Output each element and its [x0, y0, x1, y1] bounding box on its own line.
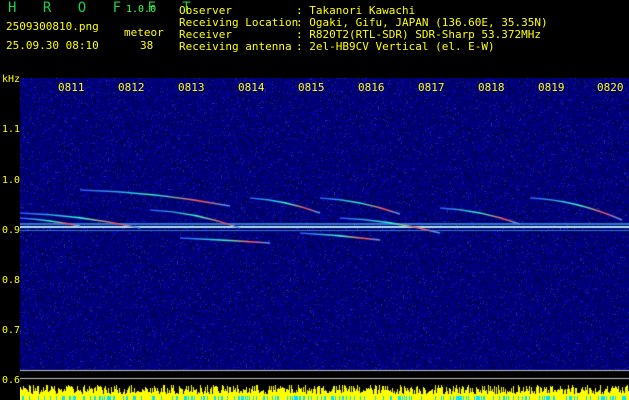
y-tick-0.7: 0.7 — [2, 325, 21, 336]
x-tick-0812: 0812 — [118, 81, 145, 94]
y-tick-0.9: 0.9 — [2, 225, 21, 236]
app-title: H R O F F T — [8, 0, 200, 16]
x-tick-0817: 0817 — [418, 81, 445, 94]
receiver-key: Receiver — [179, 28, 232, 41]
observer-value: : Takanori Kawachi — [296, 4, 416, 17]
y-axis-unit: kHz — [2, 74, 21, 85]
x-tick-0820: 0820 — [597, 81, 624, 94]
x-tick-0819: 0819 — [538, 81, 565, 94]
y-tick-1.1: 1.1 — [2, 124, 21, 135]
x-tick-0811: 0811 — [58, 81, 85, 94]
x-tick-0813: 0813 — [178, 81, 205, 94]
location-key: Receiving Location — [179, 16, 299, 29]
receiver-value: : R820T2(RTL-SDR) SDR-Sharp 53.372MHz — [296, 28, 542, 41]
x-tick-0815: 0815 — [298, 81, 325, 94]
capture-datetime: 25.09.30 08:10 — [6, 39, 99, 52]
y-tick-0.6: 0.6 — [2, 375, 21, 386]
y-tick-0.8: 0.8 — [2, 275, 21, 286]
y-tick-1.0: 1.0 — [2, 175, 21, 186]
meteor-count: 38 — [140, 39, 154, 52]
location-value: : Ogaki, Gifu, JAPAN (136.60E, 35.35N) — [296, 16, 548, 29]
spectrogram[interactable] — [20, 78, 629, 400]
x-tick-0818: 0818 — [478, 81, 505, 94]
x-tick-0816: 0816 — [358, 81, 385, 94]
app-version: 1.0.0 — [126, 4, 157, 15]
x-tick-0814: 0814 — [238, 81, 265, 94]
meteor-label: meteor — [124, 26, 164, 39]
antenna-value: : 2el-HB9CV Vertical (el. E-W) — [296, 40, 495, 53]
observer-key: Observer — [179, 4, 232, 17]
file-name: 2509300810.png — [6, 20, 99, 33]
antenna-key: Receiving antenna — [179, 40, 292, 53]
